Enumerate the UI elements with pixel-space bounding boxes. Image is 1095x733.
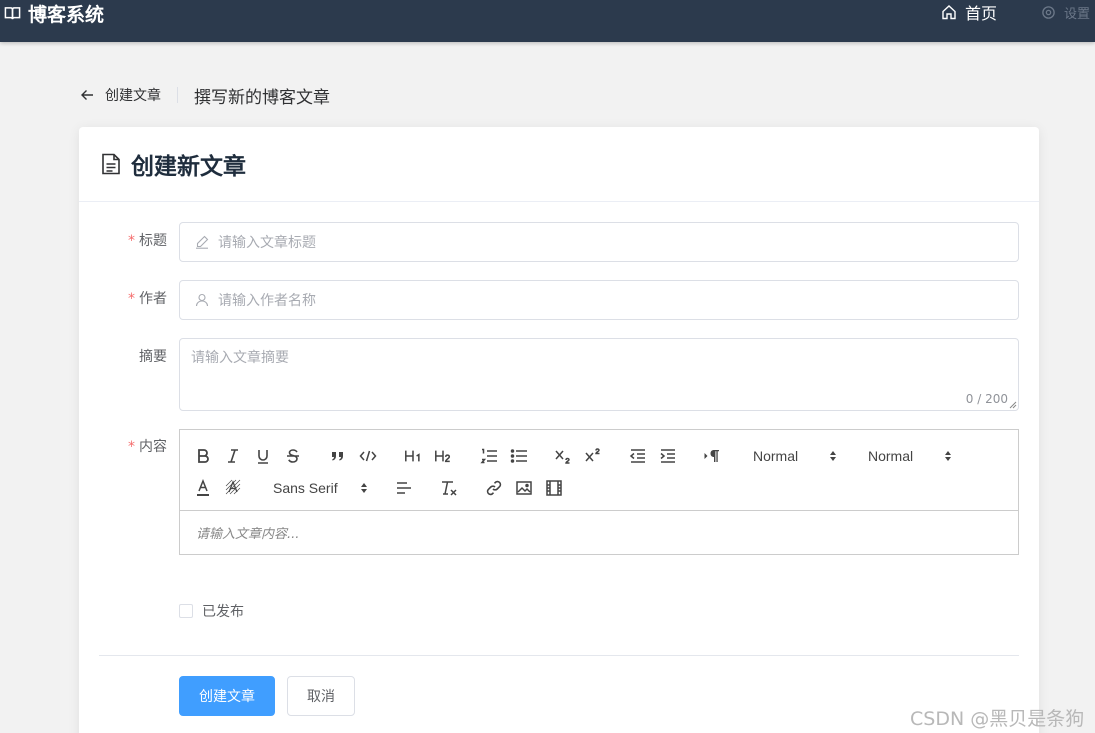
published-label: 已发布 [202, 604, 244, 620]
summary-placeholder: 请输入文章摘要 [191, 350, 289, 366]
top-navbar: 博客系统 首页 设置 [0, 0, 1095, 42]
link-icon[interactable] [485, 478, 503, 498]
indent-icon[interactable] [659, 446, 677, 466]
nav-home-label: 首页 [965, 4, 998, 23]
summary-label: 摘要 [139, 349, 167, 365]
card-title: 创建新文章 [131, 154, 246, 180]
font-picker[interactable]: Sans Serif [273, 478, 368, 498]
outdent-icon[interactable] [629, 446, 647, 466]
video-icon[interactable] [545, 478, 563, 498]
code-block-icon[interactable] [359, 446, 377, 466]
gear-icon [1042, 5, 1055, 19]
author-placeholder: 请输入作者名称 [218, 293, 316, 309]
header-1-icon[interactable] [403, 446, 423, 466]
clean-format-icon[interactable] [440, 478, 458, 498]
page-header: 创建文章 撰写新的博客文章 [80, 84, 330, 108]
chevron-up-down-icon [945, 451, 951, 461]
title-placeholder: 请输入文章标题 [218, 235, 316, 251]
nav-home-link[interactable]: 首页 [941, 0, 997, 24]
chevron-up-down-icon [361, 483, 367, 493]
header-picker[interactable]: Normal [753, 446, 837, 466]
nav-settings-link[interactable]: 设置 [1041, 1, 1090, 23]
document-icon [102, 153, 120, 175]
ordered-list-icon[interactable] [480, 446, 498, 466]
nav-settings-label: 设置 [1064, 6, 1091, 22]
strike-icon[interactable] [284, 446, 302, 466]
form-divider [99, 655, 1019, 656]
rich-text-editor: Normal Normal Sans Serif 请输入文章内容... [179, 429, 1019, 555]
image-icon[interactable] [515, 478, 533, 498]
text-color-icon[interactable] [194, 478, 212, 498]
underline-icon[interactable] [254, 446, 272, 466]
brand-title: 博客系统 [28, 3, 105, 26]
italic-icon[interactable] [224, 446, 242, 466]
author-label: * 作者 [128, 291, 167, 307]
watermark-text: CSDN @黑贝是条狗 [910, 708, 1085, 730]
arrow-left-icon[interactable] [80, 88, 94, 102]
blockquote-icon[interactable] [329, 446, 347, 466]
char-counter: 0 / 200 [965, 392, 1008, 406]
resize-grip-icon[interactable] [1009, 401, 1017, 409]
background-color-icon[interactable] [224, 478, 242, 498]
back-link[interactable]: 创建文章 [105, 85, 161, 105]
page-subtitle: 撰写新的博客文章 [194, 87, 330, 108]
header-2-icon[interactable] [433, 446, 453, 466]
editor-placeholder[interactable]: 请输入文章内容... [196, 523, 299, 542]
book-icon [4, 6, 21, 19]
required-asterisk: * [128, 439, 135, 455]
bold-icon[interactable] [194, 446, 212, 466]
required-asterisk: * [128, 291, 135, 307]
title-input[interactable]: 请输入文章标题 [179, 222, 1019, 262]
editor-toolbar: Normal Normal Sans Serif [180, 430, 1018, 511]
size-picker[interactable]: Normal [868, 446, 952, 466]
title-label: * 标题 [128, 233, 167, 249]
home-icon [942, 5, 956, 20]
brand[interactable]: 博客系统 [4, 0, 104, 26]
content-label: * 内容 [128, 439, 167, 455]
bullet-list-icon[interactable] [510, 446, 528, 466]
create-article-card: 创建新文章 * 标题 请输入文章标题 * 作者 请输入作者名称 摘要 请输入文章… [79, 127, 1039, 733]
rtl-direction-icon[interactable] [703, 446, 721, 466]
cancel-button[interactable]: 取消 [287, 676, 355, 716]
edit-pen-icon [196, 235, 209, 249]
summary-textarea[interactable]: 请输入文章摘要 0 / 200 [179, 338, 1019, 411]
create-article-button[interactable]: 创建文章 [179, 676, 275, 716]
required-asterisk: * [128, 233, 135, 249]
subscript-icon[interactable] [554, 446, 572, 466]
author-input[interactable]: 请输入作者名称 [179, 280, 1019, 320]
chevron-up-down-icon [830, 451, 836, 461]
user-icon [195, 293, 209, 307]
header-divider [177, 87, 178, 103]
card-header: 创建新文章 [79, 127, 1039, 202]
align-icon[interactable] [395, 478, 413, 498]
superscript-icon[interactable] [584, 446, 602, 466]
published-checkbox[interactable] [179, 604, 193, 618]
published-checkbox-item[interactable]: 已发布 [179, 601, 244, 621]
